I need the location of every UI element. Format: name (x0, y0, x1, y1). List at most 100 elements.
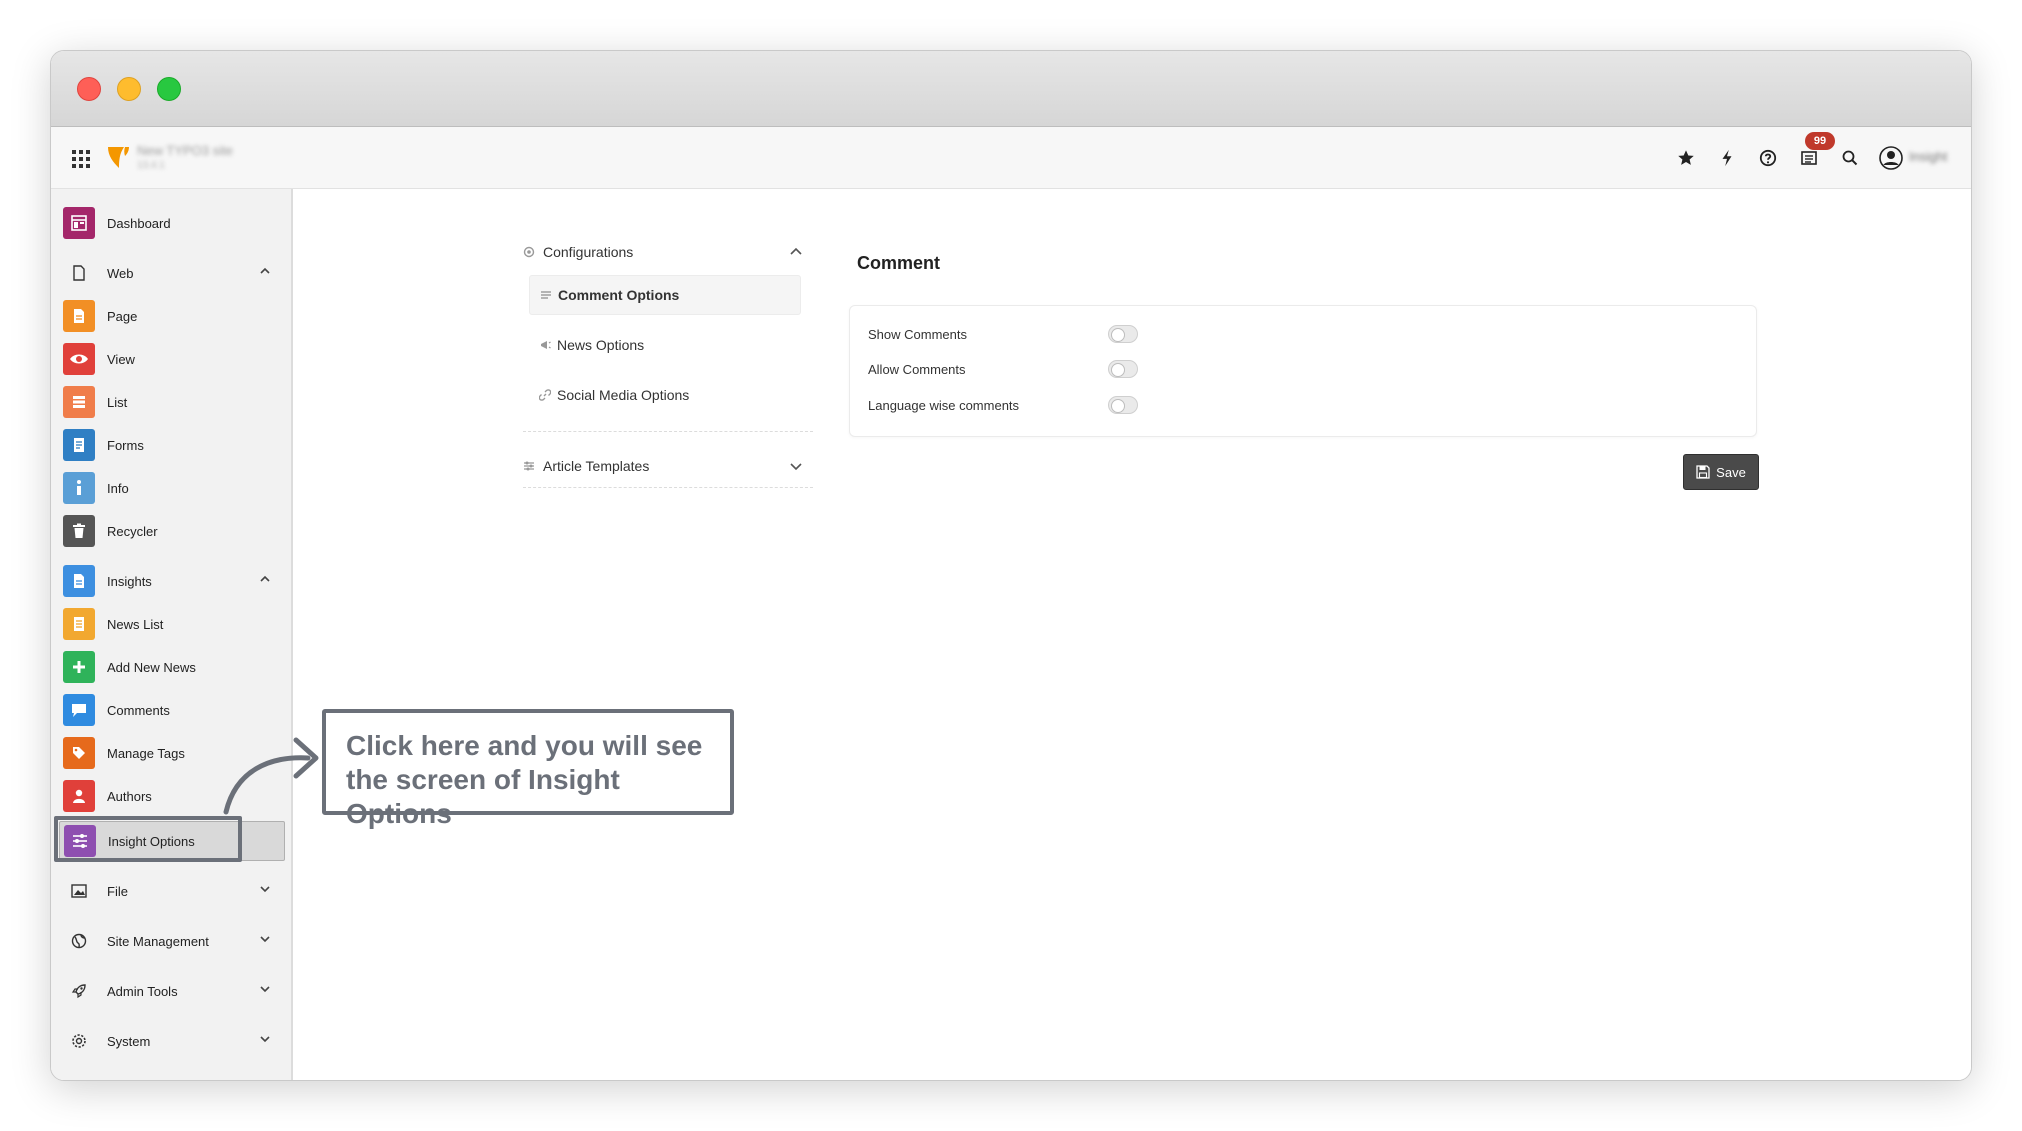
sidebar-item-label: Recycler (107, 523, 158, 539)
comment-options-item[interactable]: Comment Options (529, 275, 801, 315)
option-row-show-comments: Show Comments (868, 322, 1728, 346)
site-name[interactable]: New TYPO3 site (137, 143, 233, 158)
sidebar-group-label: File (107, 883, 128, 899)
user-name[interactable]: Insight (1909, 149, 1947, 164)
option-label: Allow Comments (868, 361, 966, 377)
comment-bubble-icon (63, 694, 95, 726)
chevron-down-icon (260, 936, 270, 943)
sidebar-item-info[interactable]: Info (63, 470, 285, 506)
floppy-disk-icon (1696, 465, 1710, 479)
annotation-callout: Click here and you will see the screen o… (322, 709, 734, 829)
module-menu-icon[interactable] (69, 147, 91, 169)
sidebar-item-forms[interactable]: Forms (63, 427, 285, 463)
sidebar-group-web[interactable]: Web (63, 255, 285, 291)
configurations-accordion[interactable]: Configurations (523, 239, 813, 265)
chevron-up-icon (260, 267, 270, 274)
sidebar-item-label: View (107, 351, 135, 367)
option-row-language-wise-comments: Language wise comments (868, 393, 1728, 417)
sidebar-item-label: Info (107, 480, 129, 496)
author-person-icon (63, 780, 95, 812)
list-icon (63, 386, 95, 418)
tag-icon (63, 737, 95, 769)
main-content: Configurations Comment Options News Opti… (295, 189, 1971, 1080)
sidebar-item-label: Page (107, 308, 138, 324)
site-version: 13.4.1 (137, 160, 165, 171)
templates-sliders-icon (524, 461, 534, 471)
sidebar-item-list[interactable]: List (63, 384, 285, 420)
sidebar-item-dashboard[interactable]: Dashboard (63, 205, 285, 241)
sidebar-item-label: Comments (107, 702, 170, 718)
news-options-label: News Options (557, 337, 645, 353)
allow-comments-toggle[interactable] (1108, 360, 1138, 378)
module-sidebar: Dashboard Web Page View List Forms Info … (51, 189, 293, 1080)
sidebar-item-add-new-news[interactable]: Add New News (63, 649, 285, 685)
language-wise-comments-toggle[interactable] (1108, 396, 1138, 414)
rocket-icon (63, 975, 95, 1007)
article-templates-label: Article Templates (543, 458, 650, 474)
typo3-topbar: New TYPO3 site 13.4.1 99 Insight (51, 127, 1971, 189)
comment-options-label: Comment Options (558, 287, 680, 303)
sidebar-item-label: Authors (107, 788, 152, 804)
help-icon[interactable] (1755, 145, 1781, 171)
sidebar-item-authors[interactable]: Authors (63, 778, 285, 814)
close-window-button[interactable] (77, 77, 101, 101)
bookmark-star-icon[interactable] (1673, 145, 1699, 171)
save-button[interactable]: Save (1683, 454, 1759, 490)
annotation-line-2: the screen of Insight Options (346, 764, 620, 829)
sidebar-group-site-management[interactable]: Site Management (63, 923, 285, 959)
window-titlebar (51, 51, 1971, 127)
sidebar-item-label: Add New News (107, 659, 196, 675)
chevron-down-icon (260, 1036, 270, 1043)
option-label: Show Comments (868, 326, 967, 342)
option-label: Language wise comments (868, 397, 1020, 413)
sidebar-group-admin-tools[interactable]: Admin Tools (63, 973, 285, 1009)
info-icon (63, 472, 95, 504)
sidebar-item-comments[interactable]: Comments (63, 692, 285, 728)
sidebar-item-label: List (107, 394, 128, 410)
article-templates-accordion[interactable]: Article Templates (523, 453, 813, 479)
page-icon (63, 300, 95, 332)
search-icon[interactable] (1837, 145, 1863, 171)
news-options-item[interactable]: News Options (529, 325, 801, 365)
browser-window: New TYPO3 site 13.4.1 99 Insight Dashboa… (50, 50, 1972, 1081)
sidebar-group-system[interactable]: System (63, 1023, 285, 1059)
typo3-logo[interactable] (105, 144, 131, 170)
plus-icon (63, 651, 95, 683)
flash-clear-cache-icon[interactable] (1714, 145, 1740, 171)
news-list-icon (63, 608, 95, 640)
page-outline-icon (63, 257, 95, 289)
gear-icon (63, 1025, 95, 1057)
trash-icon (63, 515, 95, 547)
social-media-options-item[interactable]: Social Media Options (529, 375, 801, 415)
dashboard-icon (63, 207, 95, 239)
section-title: Comment (857, 253, 941, 273)
sidebar-group-insights[interactable]: Insights (63, 563, 285, 599)
notification-count-badge: 99 (1805, 132, 1835, 150)
configurations-label: Configurations (543, 244, 634, 260)
globe-icon (63, 925, 95, 957)
sidebar-item-label: Forms (107, 437, 144, 453)
forms-icon (63, 429, 95, 461)
sidebar-item-page[interactable]: Page (63, 298, 285, 334)
news-megaphone-icon (541, 341, 551, 349)
user-avatar-icon[interactable] (1878, 145, 1904, 171)
sidebar-item-label: Manage Tags (107, 745, 185, 761)
chevron-up-icon (790, 247, 802, 255)
social-media-options-label: Social Media Options (557, 387, 690, 403)
sidebar-item-news-list[interactable]: News List (63, 606, 285, 642)
show-comments-toggle[interactable] (1108, 325, 1138, 343)
maximize-window-button[interactable] (157, 77, 181, 101)
minimize-window-button[interactable] (117, 77, 141, 101)
sidebar-item-recycler[interactable]: Recycler (63, 513, 285, 549)
sidebar-group-label: Insights (107, 573, 152, 589)
config-divider (523, 431, 813, 432)
save-button-label: Save (1716, 464, 1746, 480)
configurations-icon (523, 246, 535, 258)
sidebar-group-label: Admin Tools (107, 983, 178, 999)
sidebar-item-manage-tags[interactable]: Manage Tags (63, 735, 285, 771)
sidebar-group-file[interactable]: File (63, 873, 285, 909)
sidebar-item-view[interactable]: View (63, 341, 285, 377)
chevron-down-icon (260, 986, 270, 993)
option-row-allow-comments: Allow Comments (868, 357, 1728, 381)
link-chain-icon (539, 389, 551, 401)
